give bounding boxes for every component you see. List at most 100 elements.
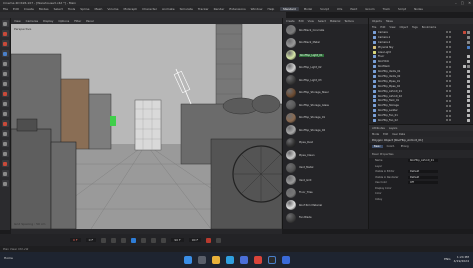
menu-item[interactable]: Modes: [39, 7, 49, 11]
search-icon[interactable]: [197, 256, 206, 264]
tag-icon[interactable]: [467, 94, 470, 98]
material-item[interactable]: Pipes_Clean: [283, 149, 368, 162]
render-visibility-icon[interactable]: [449, 51, 451, 53]
material-item[interactable]: RoofDeck_Metal: [283, 37, 368, 50]
render-visibility-icon[interactable]: [449, 109, 451, 112]
material-menu-item[interactable]: Texture: [344, 20, 354, 23]
go-to-start-icon[interactable]: [101, 237, 107, 243]
render-visibility-icon[interactable]: [449, 41, 451, 44]
tag-icon[interactable]: [467, 104, 470, 108]
current-frame-field[interactable]: 0 F: [70, 238, 81, 242]
tag-icon[interactable]: [463, 65, 466, 69]
cinema4d-icon[interactable]: [267, 256, 276, 264]
file-explorer-icon[interactable]: [211, 256, 220, 264]
editor-visibility-icon[interactable]: [446, 41, 448, 44]
attribute-tab[interactable]: Layers: [389, 127, 398, 130]
menu-item[interactable]: Simulate: [180, 7, 193, 11]
editor-visibility-icon[interactable]: [446, 55, 448, 58]
render-visibility-icon[interactable]: [449, 95, 451, 98]
editor-visibility-icon[interactable]: [446, 85, 448, 88]
next-key-icon[interactable]: [151, 237, 157, 243]
select-tool-icon[interactable]: [1, 50, 9, 57]
render-visibility-icon[interactable]: [449, 75, 451, 78]
menu-item[interactable]: Spline: [80, 7, 89, 11]
render-visibility-icon[interactable]: [449, 90, 451, 93]
tag-icon[interactable]: [467, 114, 470, 118]
visibility-toggles[interactable]: [446, 90, 451, 93]
visibility-toggles[interactable]: [446, 31, 451, 34]
attribute-menu-item[interactable]: User Data: [392, 133, 405, 136]
menu-item[interactable]: Character: [142, 7, 157, 11]
tag-icon[interactable]: [467, 30, 470, 34]
menu-item[interactable]: MoGraph: [124, 7, 138, 11]
tag-icon[interactable]: [467, 45, 470, 49]
scale-tool-icon[interactable]: [1, 40, 9, 47]
editor-visibility-icon[interactable]: [446, 70, 448, 73]
snap-icon[interactable]: [1, 100, 9, 107]
tag-icon[interactable]: [467, 109, 470, 113]
editor-visibility-icon[interactable]: [446, 65, 448, 68]
menu-item[interactable]: Select: [54, 7, 63, 11]
viewport-menu-item[interactable]: Cameras: [26, 19, 38, 23]
rotate-tool-icon[interactable]: [1, 30, 9, 37]
attribute-subtab[interactable]: Coord.: [385, 145, 397, 148]
render-visibility-icon[interactable]: [449, 36, 451, 39]
object-menu-item[interactable]: Edit: [380, 26, 385, 29]
visibility-toggles[interactable]: [446, 109, 451, 112]
editor-visibility-icon[interactable]: [446, 80, 448, 83]
layout-tab[interactable]: Model: [301, 7, 315, 11]
viewport-menu-item[interactable]: View: [14, 19, 21, 23]
solo-icon[interactable]: [1, 130, 9, 137]
visibility-toggles[interactable]: [446, 104, 451, 107]
render-visibility-icon[interactable]: [449, 85, 451, 88]
material-item[interactable]: Floor_Tiles: [283, 187, 368, 200]
mail-icon[interactable]: [281, 256, 290, 264]
render-visibility-icon[interactable]: [449, 55, 451, 58]
visibility-toggles[interactable]: [446, 85, 451, 88]
tag-icon[interactable]: [467, 35, 470, 39]
editor-visibility-icon[interactable]: [446, 104, 448, 107]
viewport-menu-item[interactable]: Filter: [74, 19, 81, 23]
menu-item[interactable]: File: [3, 7, 8, 11]
workplane-icon[interactable]: [1, 110, 9, 117]
sculpt-icon[interactable]: [1, 160, 9, 167]
material-item[interactable]: Vent_Grill: [283, 174, 368, 187]
layout-tab[interactable]: Groom: [362, 7, 377, 11]
editor-visibility-icon[interactable]: [446, 119, 448, 122]
visibility-toggles[interactable]: [446, 119, 451, 122]
attribute-value-field[interactable]: Off: [408, 181, 438, 185]
visibility-toggles[interactable]: [446, 36, 451, 39]
object-menu-item[interactable]: Object: [400, 26, 408, 29]
render-visibility-icon[interactable]: [449, 99, 451, 102]
record-icon[interactable]: [206, 237, 212, 243]
polygons-mode-icon[interactable]: [1, 80, 9, 87]
menu-item[interactable]: Volume: [107, 7, 118, 11]
autokey-icon[interactable]: [216, 237, 222, 243]
browser-icon[interactable]: [225, 256, 234, 264]
points-mode-icon[interactable]: [1, 60, 9, 67]
play-icon[interactable]: [131, 237, 137, 243]
editor-visibility-icon[interactable]: [446, 51, 448, 53]
viewport-menu-item[interactable]: Options: [58, 19, 69, 23]
edges-mode-icon[interactable]: [1, 70, 9, 77]
taskbar-left-text[interactable]: Home: [4, 256, 13, 260]
tag-icon[interactable]: [467, 79, 470, 83]
tag-icon[interactable]: [467, 65, 470, 69]
material-item[interactable]: Roof Rim Material: [283, 199, 368, 212]
render-visibility-icon[interactable]: [449, 31, 451, 34]
material-item[interactable]: RoofTop_Storage_02: [283, 124, 368, 137]
layout-tab[interactable]: Nodes: [411, 7, 426, 11]
axis-icon[interactable]: [1, 120, 9, 127]
layout-tab[interactable]: Sculpt: [317, 7, 332, 11]
visibility-toggles[interactable]: [446, 65, 451, 68]
close-button[interactable]: ✕: [468, 1, 471, 5]
render-visibility-icon[interactable]: [449, 119, 451, 122]
attribute-menu-item[interactable]: Mode: [372, 133, 379, 136]
move-tool-icon[interactable]: [1, 20, 9, 27]
editor-visibility-icon[interactable]: [446, 60, 448, 63]
render-visibility-icon[interactable]: [449, 80, 451, 83]
render-visibility-icon[interactable]: [449, 46, 451, 49]
visibility-toggles[interactable]: [446, 70, 451, 73]
tag-icon[interactable]: [467, 118, 470, 122]
editor-visibility-icon[interactable]: [446, 95, 448, 98]
